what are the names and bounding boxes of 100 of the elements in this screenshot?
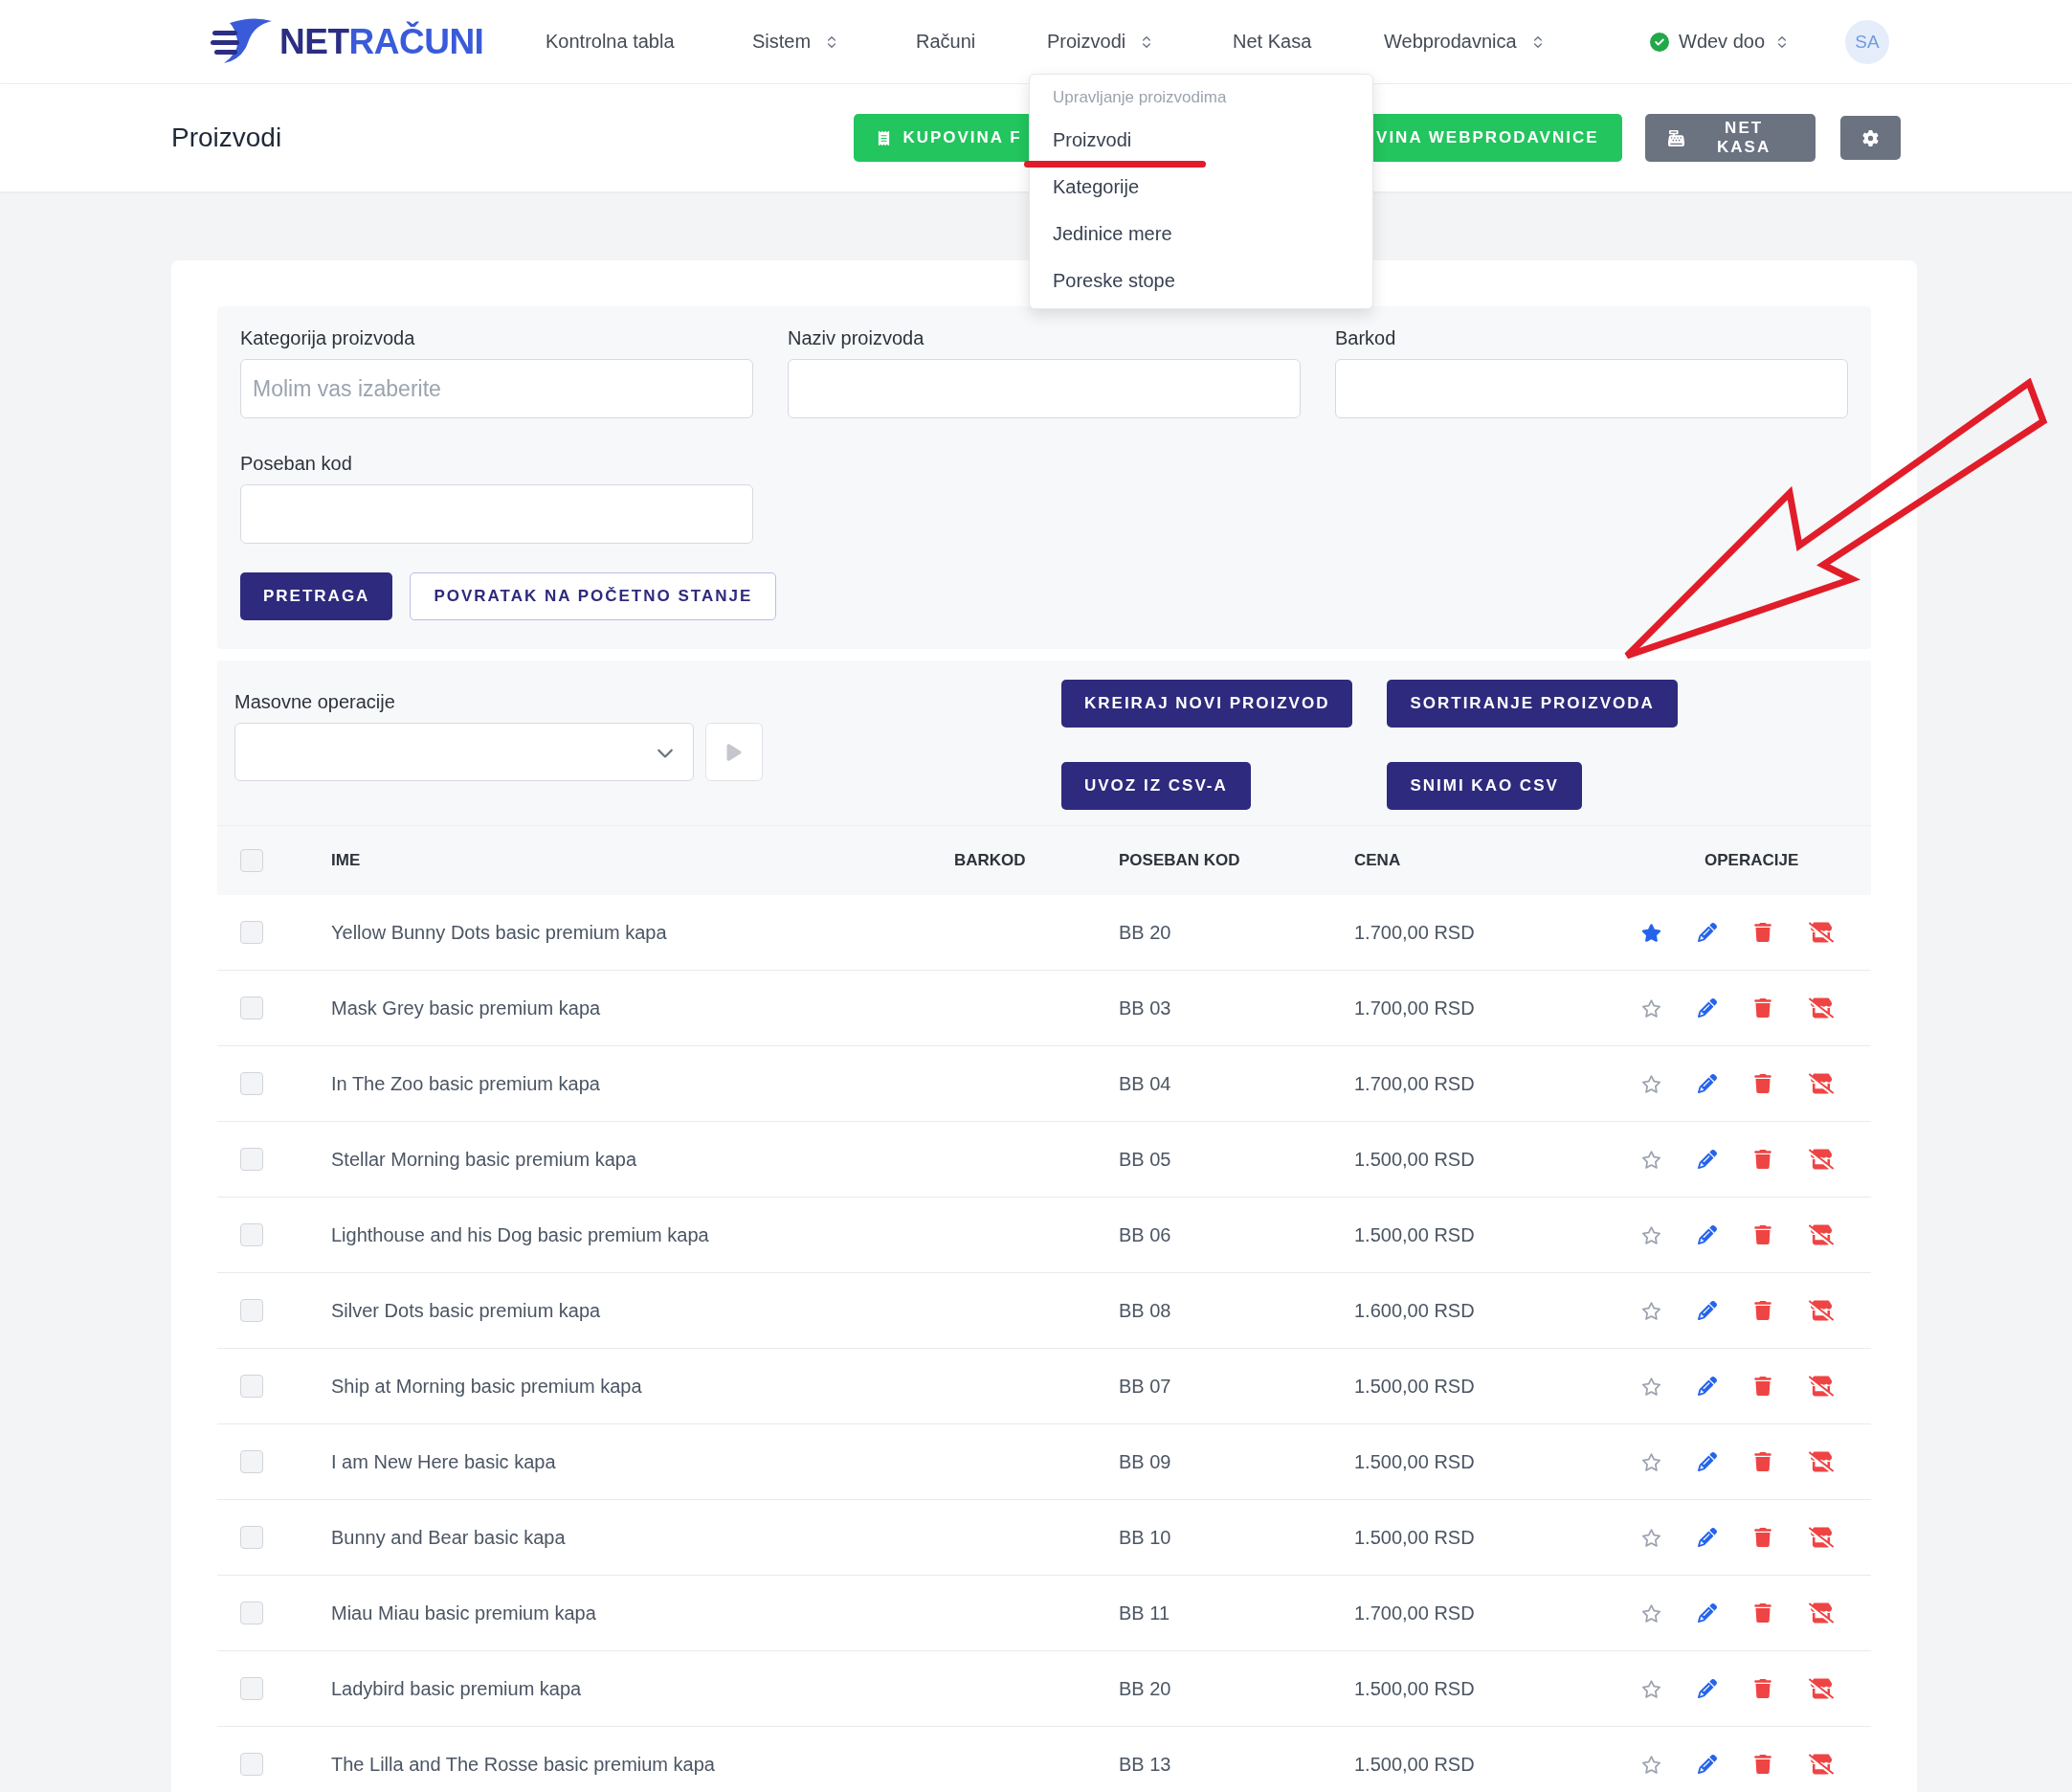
row-checkbox[interactable] [240, 1602, 263, 1624]
table-cell-text: BB 20 [1119, 1677, 1172, 1700]
input-field[interactable] [1335, 359, 1848, 418]
column-header: CENA [1354, 851, 1402, 870]
nav-item[interactable]: Proizvodi [1047, 31, 1233, 53]
row-checkbox[interactable] [240, 1375, 263, 1398]
star-icon[interactable] [1641, 1224, 1661, 1245]
pencil-icon[interactable] [1698, 1225, 1717, 1244]
nav-item[interactable]: Kontrolna tabla [546, 31, 752, 53]
trash-icon[interactable] [1753, 1452, 1772, 1471]
column-header: OPERACIJE [1704, 851, 1800, 870]
reset-button[interactable]: POVRATAK NA POČETNO STANJE [410, 572, 777, 620]
store-slash-icon[interactable] [1809, 1374, 1834, 1399]
store-slash-icon[interactable] [1809, 1676, 1834, 1701]
trash-icon[interactable] [1753, 1755, 1772, 1774]
table-cell-text: BB 08 [1119, 1299, 1172, 1322]
store-slash-icon[interactable] [1809, 1601, 1834, 1625]
nav-item[interactable]: Net Kasa [1233, 31, 1384, 53]
star-icon[interactable] [1641, 1073, 1661, 1094]
store-slash-icon[interactable] [1809, 996, 1834, 1020]
star-icon[interactable] [1641, 1149, 1661, 1170]
row-checkbox[interactable] [240, 1072, 263, 1095]
pencil-icon[interactable] [1698, 1528, 1717, 1547]
pencil-icon[interactable] [1698, 998, 1717, 1018]
store-slash-icon[interactable] [1809, 1071, 1834, 1096]
table-cell-text: BB 09 [1119, 1450, 1172, 1473]
nav-item[interactable]: Webprodavnica [1384, 31, 1594, 53]
trash-icon[interactable] [1753, 1074, 1772, 1093]
nav-item[interactable]: Računi [916, 31, 1047, 53]
store-slash-icon[interactable] [1809, 920, 1834, 945]
menu-item[interactable]: Kategorije [1030, 164, 1163, 211]
store-slash-icon[interactable] [1809, 1525, 1834, 1550]
menu-item[interactable]: Jedinice mere [1030, 211, 1195, 258]
action-button[interactable]: SNIMI KAO CSV [1387, 762, 1582, 810]
trash-icon[interactable] [1753, 1150, 1772, 1169]
action-button[interactable]: UVOZ IZ CSV-A [1061, 762, 1251, 810]
logo-text[interactable]: NETRAČUNI [279, 21, 484, 62]
store-slash-icon[interactable] [1809, 1298, 1834, 1323]
pencil-icon[interactable] [1698, 1755, 1717, 1774]
trash-icon[interactable] [1753, 1679, 1772, 1698]
trash-icon[interactable] [1753, 1603, 1772, 1623]
select-all-checkbox[interactable] [240, 849, 263, 872]
row-checkbox[interactable] [240, 1299, 263, 1322]
store-slash-icon[interactable] [1809, 1222, 1834, 1247]
pencil-icon[interactable] [1698, 1150, 1717, 1169]
action-button[interactable]: KREIRAJ NOVI PROIZVOD [1061, 680, 1353, 728]
table-cell-text: 1.500,00 RSD [1354, 1753, 1476, 1776]
row-checkbox[interactable] [240, 1148, 263, 1171]
table-cell-text: BB 11 [1119, 1602, 1170, 1624]
trash-icon[interactable] [1753, 1301, 1772, 1320]
star-icon[interactable] [1641, 997, 1661, 1019]
star-icon[interactable] [1641, 922, 1661, 943]
settings-button[interactable] [1839, 116, 1901, 160]
star-icon[interactable] [1641, 1451, 1661, 1472]
row-checkbox[interactable] [240, 1753, 263, 1776]
input-field[interactable] [788, 359, 1301, 418]
table-cell-text: Mask Grey basic premium kapa [331, 997, 602, 1019]
trash-icon[interactable] [1753, 1377, 1772, 1396]
row-checkbox[interactable] [240, 1677, 263, 1700]
pencil-icon[interactable] [1698, 1603, 1717, 1623]
pencil-icon[interactable] [1698, 1301, 1717, 1320]
trash-icon[interactable] [1753, 998, 1772, 1018]
star-icon[interactable] [1641, 1527, 1661, 1548]
trash-icon[interactable] [1753, 1225, 1772, 1244]
field-label: Naziv proizvoda [788, 327, 925, 349]
action-button[interactable]: SORTIRANJE PROIZVODA [1387, 680, 1678, 728]
input-field[interactable] [240, 484, 753, 544]
field-label: Barkod [1335, 327, 1396, 349]
star-icon[interactable] [1641, 1300, 1661, 1321]
pencil-icon[interactable] [1698, 1452, 1717, 1471]
row-checkbox[interactable] [240, 1223, 263, 1246]
table-cell-text: Lighthouse and his Dog basic premium kapa [331, 1223, 710, 1246]
table-cell-text: Ship at Morning basic premium kapa [331, 1375, 643, 1398]
menu-item[interactable]: Poreske stope [1030, 258, 1198, 304]
store-slash-icon[interactable] [1809, 1752, 1834, 1777]
table-cell-text: 1.700,00 RSD [1354, 1072, 1476, 1095]
search-button[interactable]: PRETRAGA [240, 572, 393, 620]
receipt-icon [877, 130, 892, 146]
row-checkbox[interactable] [240, 1450, 263, 1473]
star-icon[interactable] [1641, 1376, 1661, 1397]
nav-item[interactable]: Sistem [752, 31, 916, 53]
pencil-icon[interactable] [1698, 1074, 1717, 1093]
pencil-icon[interactable] [1698, 1377, 1717, 1396]
star-icon[interactable] [1641, 1678, 1661, 1699]
row-checkbox[interactable] [240, 921, 263, 944]
net-kasa-button[interactable]: NET KASA [1644, 114, 1816, 162]
pencil-icon[interactable] [1698, 923, 1717, 942]
row-checkbox[interactable] [240, 1526, 263, 1549]
input-field[interactable]: Molim vas izaberite [240, 359, 753, 418]
store-slash-icon[interactable] [1809, 1449, 1834, 1474]
trash-icon[interactable] [1753, 923, 1772, 942]
trash-icon[interactable] [1753, 1528, 1772, 1547]
table-cell-text: Miau Miau basic premium kapa [331, 1602, 597, 1624]
star-icon[interactable] [1641, 1602, 1661, 1624]
row-checkbox[interactable] [240, 997, 263, 1019]
pencil-icon[interactable] [1698, 1679, 1717, 1698]
star-icon[interactable] [1641, 1754, 1661, 1775]
company-switcher[interactable]: Wdev doo [1650, 31, 1845, 53]
store-slash-icon[interactable] [1809, 1147, 1834, 1172]
table-cell-text: 1.500,00 RSD [1354, 1450, 1476, 1473]
